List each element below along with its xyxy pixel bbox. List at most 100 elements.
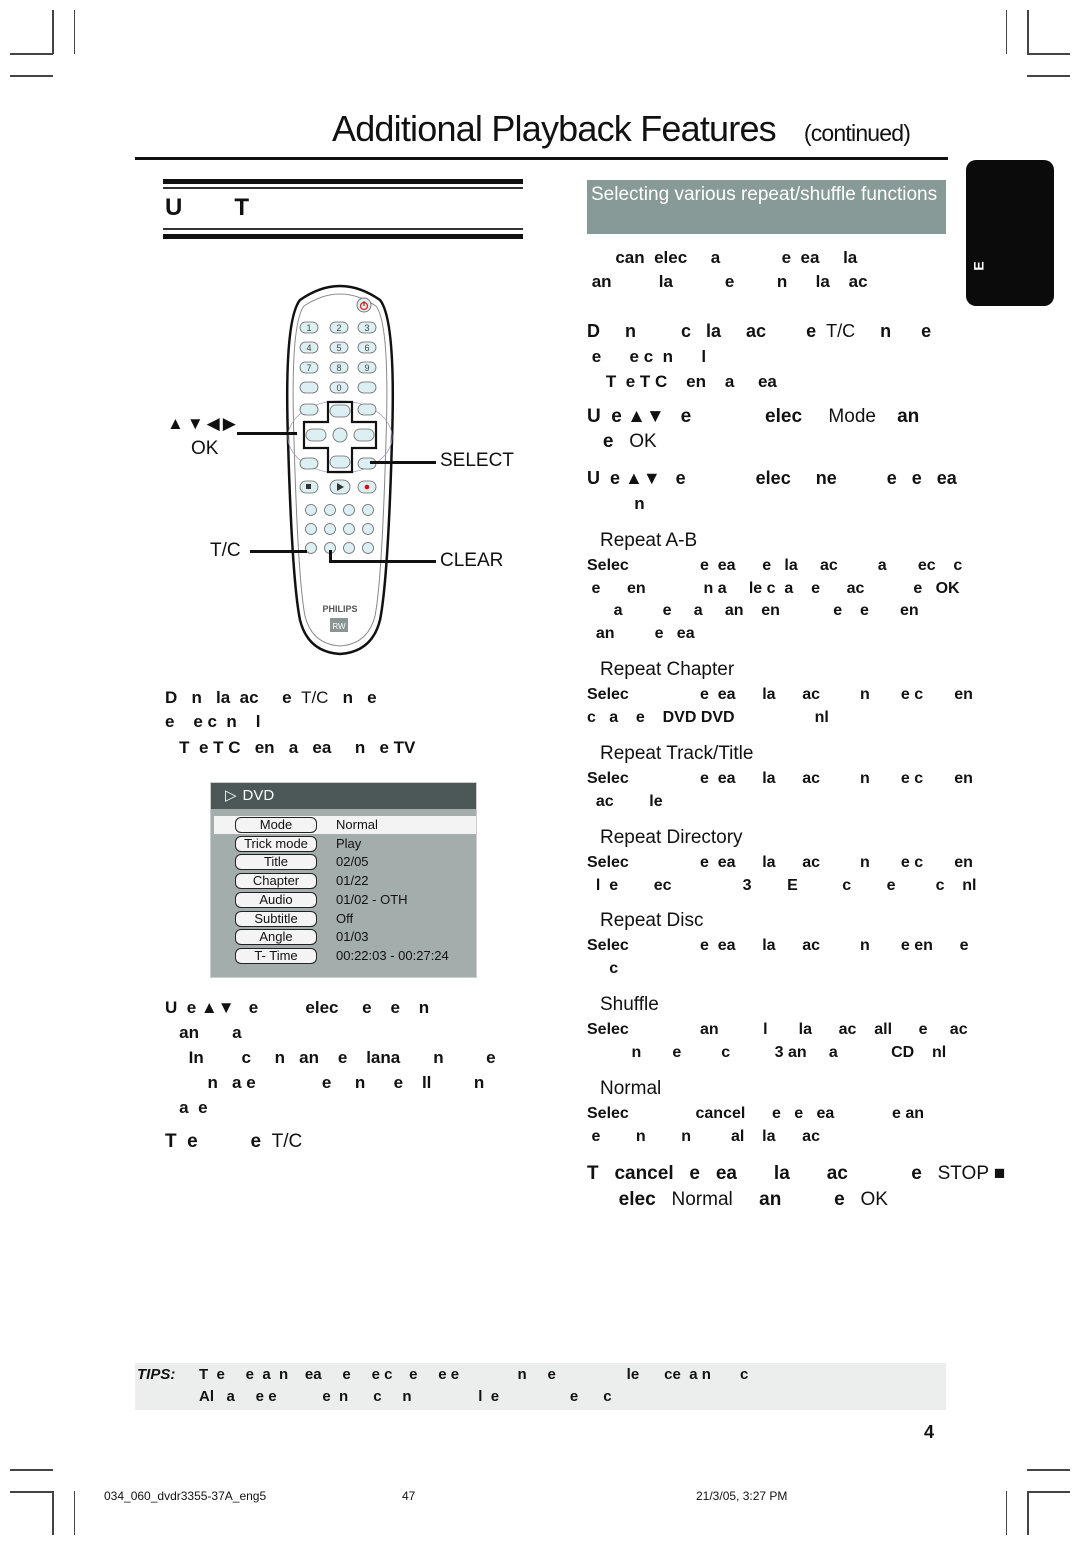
repeat-option-description: ac le (587, 792, 663, 810)
left-step-1: D n la ac e T/C n e (165, 688, 377, 707)
right-intro: an la e n la ac (587, 272, 868, 291)
tips-line: T e e a n ea e e c e e e n e le ce a n c (199, 1366, 749, 1383)
dvd-menu-title: DVD (242, 787, 275, 804)
heading-part: T (234, 194, 250, 221)
section-rule (163, 234, 523, 239)
dvd-menu-row[interactable]: Subtitle Off (214, 910, 476, 928)
left-section-heading: UT (165, 194, 301, 222)
svg-text:0: 0 (336, 383, 341, 393)
section-rule (163, 228, 523, 230)
dvd-menu-row-value: 01/02 - OTH (336, 891, 408, 907)
dvd-menu-row-value: 01/22 (336, 873, 369, 889)
dvd-tc-menu: ▷ DVD Mode Normal Trick mode Play Title 02/05 C… (210, 782, 477, 978)
dvd-menu-row-label: Trick mode (235, 835, 317, 852)
repeat-option-name: Repeat Disc (600, 910, 704, 931)
remote-control-illustration: 1 2 3 4 5 6 7 8 9 0 PHILIPS RW (285, 284, 395, 656)
dvd-menu-row-value: Normal (336, 817, 378, 832)
svg-text:9: 9 (364, 363, 369, 373)
callout-line (370, 461, 436, 464)
svg-text:3: 3 (364, 323, 369, 333)
right-step-1-result: T e T C en a ea (587, 372, 777, 391)
dvd-menu-row-label: Chapter (235, 873, 317, 890)
right-step-3-line2: n (587, 494, 645, 513)
tc-callout: T/C (210, 540, 241, 561)
cancel-repeat-instruction: T cancel e ea la ac e STOP ■ (587, 1163, 1006, 1184)
play-triangle-icon: ▷ (225, 787, 237, 804)
left-step-2-note: a e (165, 1098, 208, 1117)
dvd-menu-header: ▷ DVD (211, 783, 476, 809)
crop-mark (52, 10, 54, 54)
repeat-option-description: c a e DVD DVD nl (587, 708, 829, 726)
title-rule (135, 157, 948, 160)
repeat-option-name: Repeat Track/Title (600, 743, 754, 764)
left-step-2-line: an a (165, 1023, 242, 1042)
crop-mark (1006, 10, 1007, 54)
callout-line (329, 550, 332, 563)
repeat-option-description: Selec e ea la ac n e c en (587, 770, 973, 787)
svg-text:4: 4 (306, 343, 311, 353)
page-title-text: Additional Playback Features (332, 108, 777, 149)
footer-filename: 034_060_dvdr3355-37A_eng5 (104, 1489, 267, 1503)
tips-line: Al a e e e n c n l e e c (199, 1388, 612, 1405)
svg-text:1: 1 (306, 323, 311, 333)
footer-date: 21/3/05, 3:27 PM (696, 1489, 788, 1503)
crop-mark (1006, 1491, 1007, 1535)
crop-mark (10, 1491, 53, 1493)
right-intro: can elec a e ea la (587, 248, 858, 267)
dvd-menu-row[interactable]: Audio 01/02 - OTH (214, 891, 476, 909)
language-tab: E (966, 160, 1054, 306)
repeat-option-description: l e ec 3 E c e c nl (587, 876, 977, 894)
crop-mark (74, 10, 75, 54)
page-number: 4 (924, 1422, 935, 1442)
dvd-menu-row-value: Off (336, 910, 354, 926)
crop-mark (1027, 75, 1070, 77)
right-section-heading: Selecting various repeat/shuffle functio… (587, 180, 946, 234)
repeat-option-description: c (587, 959, 619, 977)
dvd-menu-row-value: 00:22:03 - 00:27:24 (336, 947, 449, 963)
dvd-menu-row[interactable]: T- Time 00:22:03 - 00:27:24 (214, 947, 476, 965)
crop-mark (1027, 1491, 1029, 1535)
dvd-menu-row[interactable]: Trick mode Play (214, 835, 476, 853)
power-button (356, 297, 372, 313)
select-callout: SELECT (440, 450, 514, 471)
repeat-option-description: e n n al la ac (587, 1127, 820, 1145)
crop-mark (10, 1469, 53, 1471)
left-step-1-result: T e T C en a ea n e TV (165, 738, 416, 757)
arrow-keys-callout: ▲▼◀▶ (167, 414, 239, 433)
left-step-3: T e e T/C (165, 1131, 303, 1152)
language-tab-label: E (970, 261, 987, 271)
svg-text:7: 7 (306, 363, 311, 373)
dvd-menu-row-value: 02/05 (336, 854, 369, 870)
crop-mark (1027, 53, 1070, 55)
repeat-option-description: e en n a le c a e ac e OK (587, 579, 960, 597)
dvd-menu-row[interactable]: Angle 01/03 (214, 928, 476, 946)
tips-label: TIPS: (137, 1366, 176, 1383)
svg-text:6: 6 (364, 343, 369, 353)
callout-line (250, 550, 307, 553)
section-rule (163, 187, 523, 189)
dvd-menu-row-label: Mode (235, 817, 317, 833)
crop-mark (10, 53, 53, 55)
continued-label: (continued) (803, 120, 911, 146)
crop-mark (10, 75, 53, 77)
dvd-menu-row[interactable]: Chapter 01/22 (214, 872, 476, 890)
dvd-menu-row-label: Angle (235, 929, 317, 946)
dvd-menu-row-value: Play (336, 835, 362, 851)
dvd-menu-row-value: 01/03 (336, 929, 369, 945)
crop-mark (1027, 1469, 1070, 1471)
repeat-option-description: an e ea (587, 624, 695, 642)
right-step-2: U e ▲▼ e elec Mode an (587, 406, 920, 427)
ok-callout: OK (191, 438, 219, 459)
page-title: Additional Playback Features (continued) (332, 108, 911, 150)
svg-text:2: 2 (336, 323, 341, 333)
rw-logo: RW (332, 622, 346, 631)
cancel-repeat-instruction-line2: elec Normal an e OK (587, 1189, 888, 1210)
right-step-2-line2: e OK (587, 431, 657, 452)
dvd-menu-row-label: T- Time (235, 947, 317, 964)
dvd-menu-row[interactable]: Mode Normal (214, 816, 476, 834)
dvd-menu-row[interactable]: Title 02/05 (214, 853, 476, 871)
right-step-1: D n c la ac e T/C n e (587, 321, 932, 341)
dvd-menu-row-label: Audio (235, 891, 317, 908)
repeat-option-description: Selec e ea la ac n e c en (587, 686, 973, 703)
svg-text:5: 5 (336, 343, 341, 353)
